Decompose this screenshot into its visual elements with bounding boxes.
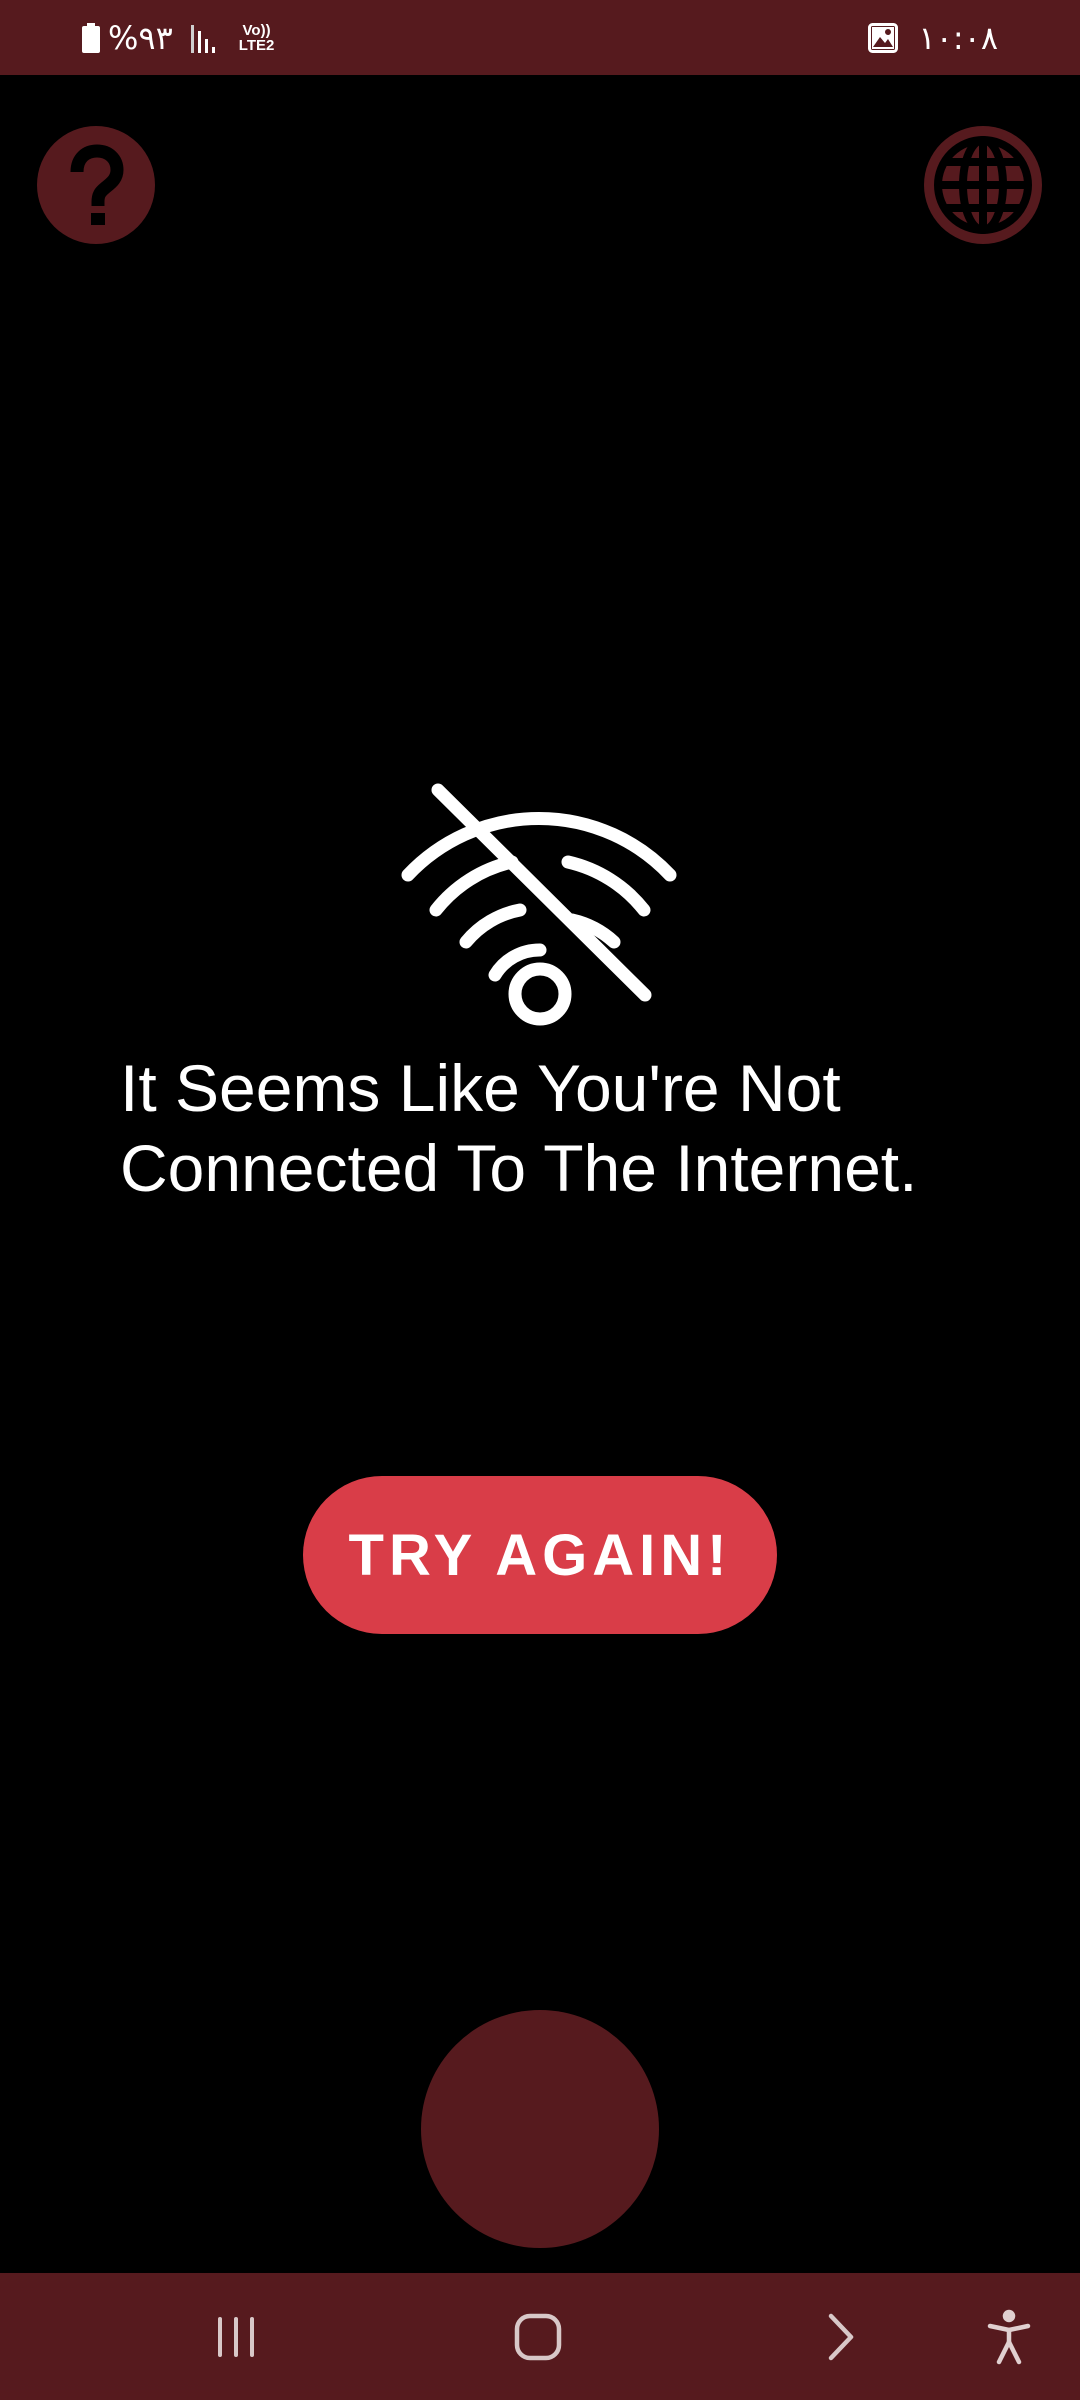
no-connection-message: It Seems Like You're Not Connected To Th… — [120, 1051, 918, 1205]
nav-home-button[interactable] — [483, 2273, 593, 2400]
volte-label: Vo)) — [242, 21, 271, 39]
nav-back-button[interactable] — [786, 2273, 896, 2400]
signal-icon — [190, 24, 215, 53]
clock: ١٠:٠٨ — [918, 18, 998, 57]
status-right-group: ١٠:٠٨ — [868, 0, 998, 75]
bottom-circle-button[interactable] — [421, 2010, 659, 2248]
battery-percent: %٩٣ — [108, 18, 173, 57]
nav-accessibility-button[interactable] — [954, 2273, 1064, 2400]
back-chevron-icon — [828, 2313, 854, 2360]
nav-recents-button[interactable] — [181, 2273, 291, 2400]
accessibility-icon — [987, 2309, 1031, 2364]
wifi-off-icon — [401, 783, 677, 1026]
status-left-group: %٩٣ Vo)) LTE2 — [82, 0, 274, 75]
help-button[interactable] — [37, 126, 155, 244]
globe-icon — [934, 136, 1032, 234]
language-button[interactable] — [924, 126, 1042, 244]
network-type: Vo)) LTE2 — [239, 23, 275, 53]
battery-icon — [82, 22, 100, 53]
status-bar: %٩٣ Vo)) LTE2 ١٠:٠٨ — [0, 0, 1080, 75]
question-mark-icon — [70, 144, 124, 225]
home-icon — [514, 2313, 562, 2360]
try-again-button[interactable]: TRY AGAIN! — [303, 1476, 777, 1634]
image-notification-icon — [868, 22, 899, 53]
recents-icon — [218, 2316, 254, 2357]
no-internet-screen: %٩٣ Vo)) LTE2 ١٠:٠٨ It Seems Like You're… — [0, 0, 1080, 2400]
navigation-bar — [0, 2273, 1080, 2400]
lte-label: LTE2 — [238, 36, 275, 54]
